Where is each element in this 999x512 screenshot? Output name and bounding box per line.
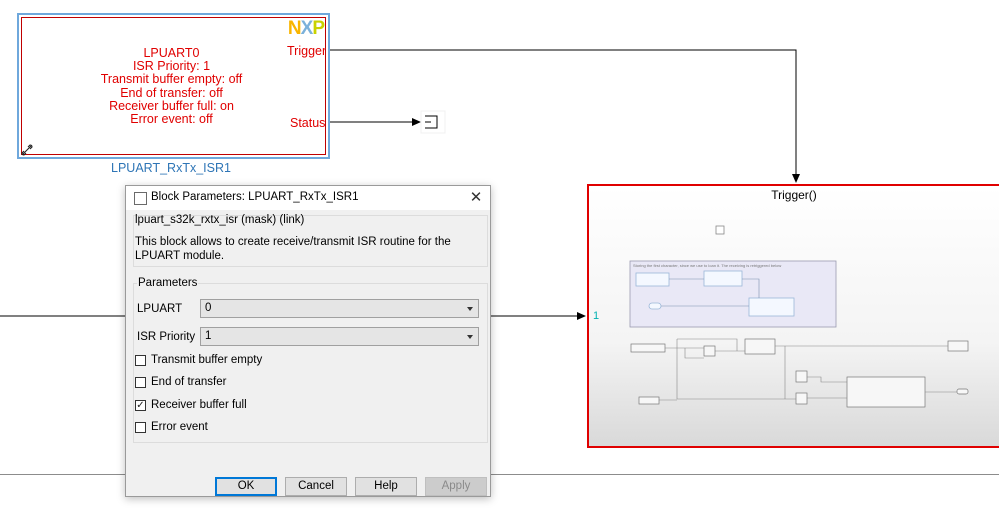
isr-priority-label: ISR Priority [137,331,196,343]
isr-block-name[interactable]: LPUART_RxTx_ISR1 [111,161,231,175]
simulink-block-icon [134,192,147,205]
checkbox-box[interactable] [135,355,146,366]
lpuart-isr-block[interactable]: NXP LPUART0 ISR Priority: 1 Transmit buf… [17,13,330,159]
checkbox-box[interactable]: ✓ [135,400,146,411]
mask-title: lpuart_s32k_rxtx_isr (mask) (link) [135,214,305,226]
parameters-title: Parameters [137,277,199,289]
isr-priority-select-value: 1 [205,330,212,342]
lpuart-label: LPUART [137,303,183,315]
help-button[interactable]: Help [355,477,417,496]
trigger-port-label[interactable]: Trigger [287,44,326,58]
status-port-label[interactable]: Status [290,116,325,130]
apply-button[interactable]: Apply [425,477,487,496]
checkbox-box[interactable] [135,377,146,388]
dialog-titlebar[interactable]: Block Parameters: LPUART_RxTx_ISR1 ✕ [126,186,490,210]
trigger-signal-line [330,49,800,183]
block-parameters-dialog: Block Parameters: LPUART_RxTx_ISR1 ✕ lpu… [125,185,491,497]
checkbox-label: Transmit buffer empty [151,354,263,366]
chevron-down-icon [467,307,473,311]
isr-priority-select[interactable]: 1 [200,327,479,346]
cancel-button[interactable]: Cancel [285,477,347,496]
subsystem-content-preview: Storing the first character, since we us… [629,225,969,408]
checkbox-label: Error event [151,421,208,433]
isr-block-info: LPUART0 ISR Priority: 1 Transmit buffer … [79,46,264,127]
subsystem-preview-caption: Storing the first character, since we us… [633,263,781,268]
ok-button[interactable]: OK [215,477,277,496]
checkbox-box[interactable] [135,422,146,433]
isr-line-error: Error event: off [130,112,213,127]
close-icon[interactable]: ✕ [462,186,490,210]
chevron-down-icon [467,335,473,339]
dialog-title: Block Parameters: LPUART_RxTx_ISR1 [151,191,359,203]
isr-line-transmit: Transmit buffer empty: off [100,72,243,87]
lpuart-select[interactable]: 0 [200,299,479,318]
lpuart-select-value: 0 [205,302,212,314]
checkbox-label: Receiver buffer full [151,399,247,411]
checkbox-label: End of transfer [151,376,227,388]
mask-description: This block allows to create receive/tran… [135,236,451,262]
triggered-subsystem[interactable]: Trigger() Storing the first character, s… [587,184,999,448]
isr-line-end: End of transfer: off [120,85,223,100]
nxp-logo: NXP [287,18,325,39]
terminator-block [420,110,446,134]
link-icon [21,144,33,156]
subsystem-input-port-number: 1 [593,310,600,322]
